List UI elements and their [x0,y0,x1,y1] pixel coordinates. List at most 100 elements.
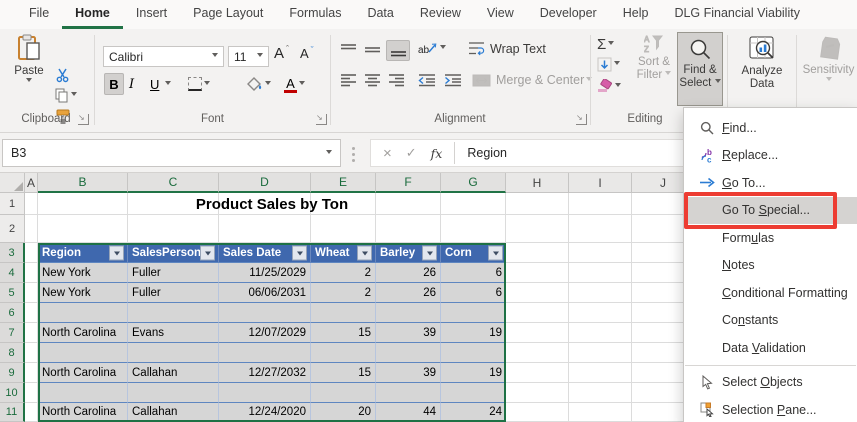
table-cell[interactable]: 6 [441,283,506,303]
tab-data[interactable]: Data [354,0,406,29]
sheet-title[interactable]: Product Sales by Ton [38,193,506,215]
cell-h2[interactable] [506,215,569,243]
cell-i3[interactable] [569,243,632,263]
table-cell[interactable]: 39 [376,363,441,383]
fill-button[interactable] [597,57,620,72]
tab-formulas[interactable]: Formulas [276,0,354,29]
align-bottom-button[interactable] [386,40,410,61]
menu-item-select-objects[interactable]: Select Objects [684,369,857,397]
fill-color-button[interactable] [246,77,271,92]
column-header-f[interactable]: F [376,173,441,193]
table-cell[interactable]: 39 [376,323,441,343]
table-cell[interactable] [128,383,219,403]
cell-h5[interactable] [506,283,569,303]
cell-g2[interactable] [441,215,506,243]
table-cell[interactable]: 20 [311,403,376,422]
cell-i10[interactable] [569,383,632,403]
cell-d2[interactable] [219,215,311,243]
cell-e2[interactable] [311,215,376,243]
align-top-button[interactable] [340,43,357,57]
table-cell[interactable] [376,343,441,363]
table-cell[interactable]: 19 [441,323,506,343]
menu-item-find[interactable]: Find... [684,114,857,142]
table-cell[interactable]: 2 [311,283,376,303]
copy-button[interactable] [55,88,77,103]
cell-a2[interactable] [25,215,38,243]
table-cell[interactable]: 12/27/2032 [219,363,311,383]
filter-button[interactable] [292,245,307,260]
cell-a5[interactable] [25,283,38,303]
table-header-barley[interactable]: Barley [376,243,441,263]
tab-developer[interactable]: Developer [527,0,610,29]
menu-item-constants[interactable]: Constants [684,307,857,335]
tab-review[interactable]: Review [407,0,474,29]
cell-h11[interactable] [506,403,569,422]
cell-h9[interactable] [506,363,569,383]
menu-item-conditional-formatting[interactable]: Conditional Formatting [684,279,857,307]
underline-button[interactable]: U [150,73,171,95]
orientation-button[interactable]: ab [418,41,446,56]
table-cell[interactable]: North Carolina [38,323,128,343]
cell-h4[interactable] [506,263,569,283]
table-cell[interactable] [311,383,376,403]
row-header-7[interactable]: 7 [0,323,25,343]
cell-h3[interactable] [506,243,569,263]
filter-button[interactable] [357,245,372,260]
sensitivity-button[interactable]: Sensitivity [800,32,857,106]
row-header-10[interactable]: 10 [0,383,25,403]
table-cell[interactable]: New York [38,283,128,303]
tab-view[interactable]: View [474,0,527,29]
insert-function-button[interactable]: fx [431,146,443,161]
cell-a7[interactable] [25,323,38,343]
italic-button[interactable]: I [129,73,134,95]
alignment-dialog-launcher[interactable]: ↘ [576,114,587,125]
menu-item-selection-pane[interactable]: Selection Pane... [684,396,857,422]
cell-i9[interactable] [569,363,632,383]
cell-b2[interactable] [38,215,128,243]
menu-item-go-to-special[interactable]: Go To Special... [684,197,857,225]
clipboard-dialog-launcher[interactable]: ↘ [78,114,89,125]
table-cell[interactable]: North Carolina [38,403,128,422]
cell-i7[interactable] [569,323,632,343]
row-header-2[interactable]: 2 [0,215,25,243]
shrink-font-button[interactable]: Aˇ [300,46,314,61]
table-header-wheat[interactable]: Wheat [311,243,376,263]
table-cell[interactable]: 2 [311,263,376,283]
menu-item-data-validation[interactable]: Data Validation [684,334,857,362]
table-cell[interactable]: 6 [441,263,506,283]
cell-i8[interactable] [569,343,632,363]
grow-font-button[interactable]: Aˆ [274,45,289,62]
filter-button[interactable] [422,245,437,260]
align-center-button[interactable] [364,73,381,87]
cell-c2[interactable] [128,215,219,243]
decrease-indent-button[interactable] [418,73,436,87]
table-cell[interactable] [441,303,506,323]
find-select-button[interactable]: Find & Select [677,32,723,106]
cell-a1[interactable] [25,193,38,215]
row-header-9[interactable]: 9 [0,363,25,383]
table-cell[interactable]: Callahan [128,403,219,422]
cell-a10[interactable] [25,383,38,403]
table-cell[interactable]: Fuller [128,283,219,303]
font-size-combo[interactable]: 11 [228,46,269,67]
column-header-a[interactable]: A [25,173,38,193]
cell-a8[interactable] [25,343,38,363]
column-header-e[interactable]: E [311,173,376,193]
row-header-3[interactable]: 3 [0,243,25,263]
align-left-button[interactable] [340,73,357,87]
table-cell[interactable] [311,303,376,323]
table-cell[interactable]: 11/25/2029 [219,263,311,283]
table-cell[interactable] [128,303,219,323]
cell-h8[interactable] [506,343,569,363]
cell-a3[interactable] [25,243,38,263]
font-name-combo[interactable]: Calibri [103,46,224,67]
table-cell[interactable]: 12/07/2029 [219,323,311,343]
table-cell[interactable] [38,303,128,323]
align-right-button[interactable] [388,73,405,87]
cell-i1[interactable] [569,193,632,215]
tab-help[interactable]: Help [610,0,662,29]
cell-i5[interactable] [569,283,632,303]
cell-h6[interactable] [506,303,569,323]
cell-a9[interactable] [25,363,38,383]
filter-button[interactable] [200,245,215,260]
